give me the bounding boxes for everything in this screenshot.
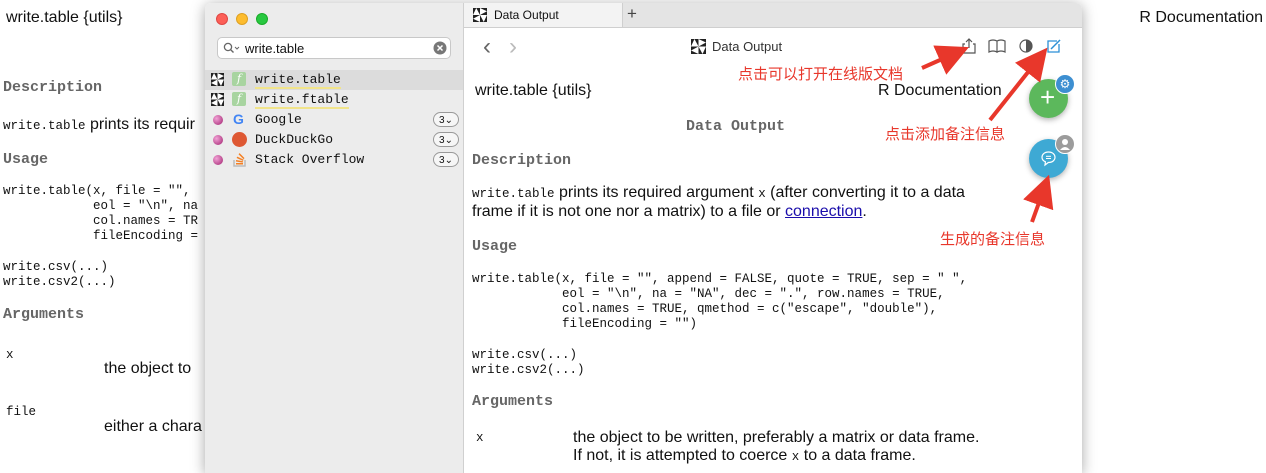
desc-text1: prints its required argument (558, 184, 754, 201)
forward-button[interactable]: › (509, 33, 517, 61)
count-badge[interactable]: 3⌄ (433, 152, 459, 167)
usage-code2: write.csv(...) write.csv2(...) (472, 348, 585, 377)
annotation-generated-note: 生成的备注信息 (940, 231, 1046, 248)
minimize-window-button[interactable] (236, 13, 248, 25)
result-label: Stack Overflow (255, 152, 365, 167)
desc-x: x (758, 187, 766, 201)
result-item-stack-overflow[interactable]: Stack Overflow 3⌄ (205, 150, 463, 170)
arg1-text2b: to a data frame. (803, 447, 916, 464)
share-icon[interactable] (960, 37, 978, 55)
arg1-text2a: If not, it is attempted to coerce (573, 447, 788, 464)
bg-desc-text: prints its requir (89, 116, 195, 133)
description-heading: Description (472, 152, 572, 169)
search-input[interactable]: write.table (245, 41, 304, 56)
doc-title: write.table {utils} (475, 82, 592, 99)
annotation-add-note: 点击添加备注信息 (885, 126, 1006, 143)
usage-heading: Usage (472, 238, 518, 255)
annotate-icon[interactable] (1045, 37, 1063, 55)
sidebar: write.table f write.table f write.ftable (205, 3, 464, 473)
tab-label: Data Output (494, 8, 559, 22)
description-text: write.table prints its required argument… (472, 184, 1072, 221)
usage-code: write.table(x, file = "", append = FALSE… (472, 272, 968, 331)
bg-arg1-text: the object to (104, 360, 192, 377)
clear-search-icon[interactable] (433, 41, 447, 55)
bg-usage-code: write.table(x, file = "", eol = "\n", na… (3, 184, 199, 243)
result-item-duckduckgo[interactable]: DuckDuckGo 3⌄ (205, 130, 463, 150)
new-tab-button[interactable]: + (627, 4, 637, 24)
annotation-open-online: 点击可以打开在线版文档 (738, 66, 904, 83)
toolbar-title: Data Output (712, 39, 783, 54)
desc-text3: frame if it is not one nor a matrix) to … (472, 203, 781, 220)
bg-arg2-text: either a chara (104, 418, 202, 435)
desc-text2: (after converting it to a data (770, 184, 965, 201)
count-badge[interactable]: 3⌄ (433, 112, 459, 127)
google-icon: G (233, 111, 244, 127)
bg-desc-code: write.table (3, 119, 86, 133)
web-search-icon (213, 115, 223, 125)
plus-icon: + (1040, 82, 1056, 112)
arg1-text1: the object to be written, preferably a m… (573, 429, 980, 446)
arg1-text: the object to be written, preferably a m… (573, 429, 1033, 466)
pinwheel-icon (211, 93, 224, 106)
bg-arg1-name: x (6, 348, 14, 362)
book-icon[interactable] (988, 37, 1006, 55)
bg-usage-heading: Usage (3, 151, 49, 168)
count-badge[interactable]: 3⌄ (433, 132, 459, 147)
function-icon: f (232, 92, 246, 106)
result-label: Google (255, 112, 302, 127)
back-button[interactable]: ‹ (483, 33, 491, 61)
pinwheel-icon (691, 39, 706, 54)
web-search-icon (213, 155, 223, 165)
pinwheel-icon (473, 8, 487, 22)
function-icon: f (232, 72, 246, 86)
zoom-window-button[interactable] (256, 13, 268, 25)
result-item-write-ftable[interactable]: f write.ftable (205, 90, 463, 110)
user-avatar-icon (1055, 134, 1075, 154)
web-search-icon (213, 135, 223, 145)
bg-title: write.table {utils} (6, 9, 123, 26)
desc-end: . (862, 203, 867, 220)
duckduckgo-icon (232, 132, 247, 147)
result-label: DuckDuckGo (255, 132, 334, 147)
result-item-write-table[interactable]: f write.table (205, 70, 463, 90)
connection-link[interactable]: connection (785, 203, 862, 220)
tab-data-output[interactable]: Data Output (464, 3, 623, 27)
settings-gear-icon[interactable]: ⚙ (1055, 74, 1075, 94)
doc-heading: Data Output (686, 118, 786, 135)
chat-bubble-icon (1041, 151, 1056, 167)
arguments-heading: Arguments (472, 393, 554, 410)
result-item-google[interactable]: G Google 3⌄ (205, 110, 463, 130)
result-label: write.ftable (255, 92, 349, 109)
bg-description-heading: Description (3, 79, 103, 96)
arg1-name: x (476, 431, 484, 445)
bg-r-documentation: R Documentation (1139, 9, 1263, 26)
bg-usage-code2: write.csv(...) write.csv2(...) (3, 260, 116, 289)
search-field[interactable]: write.table (217, 37, 451, 59)
result-label: write.table (255, 72, 341, 89)
bg-arg2-name: file (6, 405, 37, 419)
desc-code: write.table (472, 187, 555, 201)
stack-overflow-icon (233, 153, 246, 167)
tab-bar: Data Output + (464, 3, 1082, 28)
bg-arguments-heading: Arguments (3, 306, 85, 323)
close-window-button[interactable] (216, 13, 228, 25)
pinwheel-icon (211, 73, 224, 86)
search-icon (223, 42, 240, 53)
toolbar: ‹ › Data Output (464, 28, 1082, 66)
r-documentation-label: R Documentation (878, 82, 1002, 99)
contrast-icon[interactable] (1017, 37, 1035, 55)
bg-description: write.table prints its requir (3, 116, 195, 134)
